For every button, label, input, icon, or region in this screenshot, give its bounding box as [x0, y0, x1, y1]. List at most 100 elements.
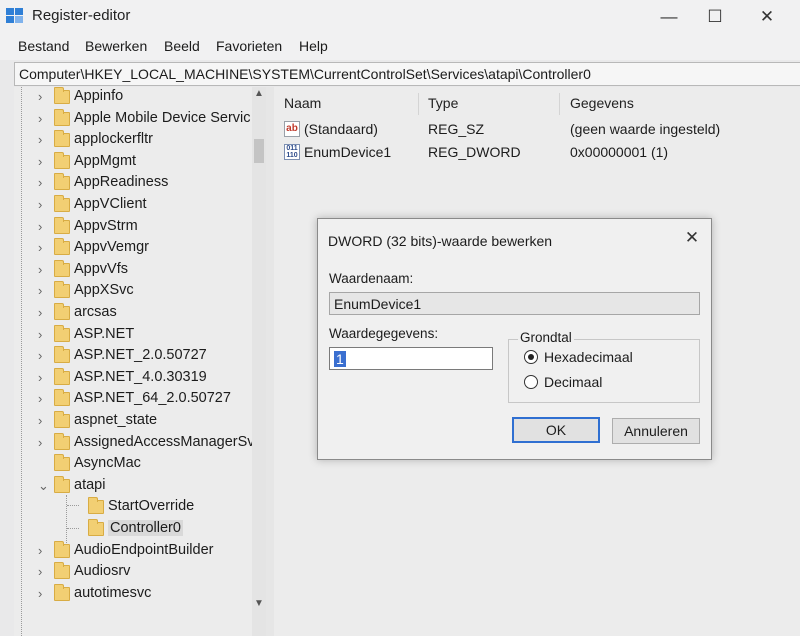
folder-icon [54, 432, 70, 450]
tree-item[interactable]: › AppvVemgr [14, 238, 250, 259]
dialog-title: DWORD (32 bits)-waarde bewerken [328, 233, 553, 249]
tree-item-label: AudioEndpointBuilder [74, 541, 214, 558]
tree-item[interactable]: › AppvVfs [14, 259, 250, 281]
window-title: Register-editor [32, 7, 131, 24]
scroll-thumb[interactable] [254, 139, 264, 163]
tree-item-label: applockerfltr [74, 131, 153, 148]
tree-item[interactable]: › AppXSvc [14, 281, 250, 302]
tree-item[interactable]: › arcsas [14, 303, 250, 324]
tree-item-label: atapi [74, 476, 106, 493]
tree-item-label: AppMgmt [74, 152, 137, 169]
tree-item[interactable]: ⌄ atapi [14, 475, 250, 497]
folder-icon [54, 87, 70, 104]
cancel-button[interactable]: Annuleren [612, 418, 700, 444]
menu-bestand[interactable]: Bestand [18, 38, 69, 54]
menu-help[interactable]: Help [299, 38, 328, 54]
tree-item-label: Appinfo [74, 88, 124, 104]
scroll-up-icon[interactable]: ▲ [252, 87, 266, 101]
column-header-type[interactable]: Type [428, 95, 458, 111]
expand-chevron-icon[interactable]: › [38, 348, 50, 364]
expand-chevron-icon[interactable]: › [38, 197, 50, 213]
expand-chevron-icon[interactable]: › [38, 564, 50, 580]
tree-item[interactable]: › AppVClient [14, 195, 250, 216]
tree-item[interactable]: StartOverride [14, 497, 250, 518]
expand-chevron-icon[interactable]: › [38, 543, 50, 559]
menu-bewerken[interactable]: Bewerken [85, 38, 147, 54]
collapse-chevron-icon[interactable]: ⌄ [38, 478, 50, 494]
tree-item[interactable]: › AppMgmt [14, 151, 250, 173]
tree-item[interactable]: › ASP.NET_4.0.30319 [14, 367, 250, 389]
column-header-name[interactable]: Naam [284, 95, 321, 111]
tree-item[interactable]: › Appinfo [14, 87, 250, 108]
tree-item[interactable]: AsyncMac [14, 454, 250, 475]
folder-icon [54, 540, 70, 558]
tree-item[interactable]: Controller0 [14, 519, 250, 540]
tree-item-label: autotimesvc [74, 584, 152, 601]
value-data-input[interactable]: 1 [329, 347, 493, 370]
value-data: 0x00000001 (1) [570, 144, 669, 160]
value-data-label: Waardegegevens: [329, 326, 439, 341]
tree-item[interactable]: › AppReadiness [14, 173, 250, 194]
decimal-radio[interactable] [524, 375, 538, 389]
expand-chevron-icon[interactable]: › [38, 154, 50, 170]
tree-item[interactable]: › ASP.NET_64_2.0.50727 [14, 389, 250, 410]
expand-chevron-icon[interactable]: › [38, 219, 50, 235]
expand-chevron-icon[interactable]: › [38, 283, 50, 299]
tree-item[interactable]: › AppvStrm [14, 216, 250, 238]
hexadecimal-radio[interactable] [524, 350, 538, 364]
expand-chevron-icon[interactable]: › [38, 413, 50, 429]
menu-favorieten[interactable]: Favorieten [216, 38, 282, 54]
tree-item-label: AppvStrm [74, 217, 138, 234]
expand-chevron-icon[interactable]: › [38, 370, 50, 386]
expand-chevron-icon[interactable]: › [38, 111, 50, 127]
decimal-label[interactable]: Decimaal [544, 374, 602, 390]
expand-chevron-icon[interactable]: › [38, 586, 50, 602]
address-bar[interactable]: Computer\HKEY_LOCAL_MACHINE\SYSTEM\Curre… [14, 62, 800, 86]
column-divider[interactable] [559, 93, 560, 115]
value-name-field[interactable]: EnumDevice1 [329, 292, 700, 315]
expand-chevron-icon[interactable]: › [38, 89, 50, 105]
expand-chevron-icon[interactable]: › [38, 262, 50, 278]
column-header-data[interactable]: Gegevens [570, 95, 634, 111]
folder-icon [54, 151, 70, 169]
key-tree[interactable]: › Appinfo › Apple Mobile Device Servic › appl… [14, 87, 266, 636]
tree-item[interactable]: › Audiosrv [14, 562, 250, 583]
expand-chevron-icon[interactable]: › [38, 327, 50, 343]
folder-icon [88, 497, 104, 515]
tree-item[interactable]: › ASP.NET_2.0.50727 [14, 346, 250, 367]
expand-chevron-icon[interactable]: › [38, 391, 50, 407]
folder-icon [54, 259, 70, 277]
expand-chevron-icon[interactable]: › [38, 305, 50, 321]
ok-button[interactable]: OK [512, 417, 600, 443]
hexadecimal-label[interactable]: Hexadecimaal [544, 349, 633, 365]
tree-item[interactable]: › ASP.NET [14, 324, 250, 346]
expand-chevron-icon[interactable]: › [38, 240, 50, 256]
tree-item[interactable]: › Apple Mobile Device Servic [14, 108, 251, 130]
tree-item[interactable]: › AudioEndpointBuilder [14, 540, 250, 562]
expand-chevron-icon[interactable]: › [38, 175, 50, 191]
tree-item[interactable]: › applockerfltr [14, 130, 250, 151]
value-type: REG_DWORD [428, 144, 521, 160]
dialog-close-icon[interactable]: ✕ [681, 227, 703, 249]
tree-item-label: ASP.NET_64_2.0.50727 [74, 390, 231, 407]
tree-scrollbar[interactable]: ▲ ▼ [252, 87, 266, 636]
scroll-down-icon[interactable]: ▼ [252, 597, 266, 611]
maximize-button[interactable]: ☐ [700, 6, 730, 28]
tree-item[interactable]: › autotimesvc [14, 583, 250, 605]
tree-item-label: AsyncMac [74, 455, 141, 472]
address-path: Computer\HKEY_LOCAL_MACHINE\SYSTEM\Curre… [19, 66, 591, 82]
value-row[interactable]: ab (Standaard) REG_SZ (geen waarde inges… [274, 118, 800, 140]
tree-item-label: Audiosrv [74, 563, 131, 580]
folder-icon [54, 303, 70, 320]
tree-item[interactable]: › aspnet_state [14, 411, 250, 432]
menu-beeld[interactable]: Beeld [164, 38, 200, 54]
expand-chevron-icon[interactable]: › [38, 132, 50, 148]
tree-item[interactable]: › AssignedAccessManagerSv [14, 432, 255, 454]
pane-splitter[interactable] [266, 87, 274, 636]
folder-icon [54, 367, 70, 385]
close-button[interactable]: ✕ [752, 6, 782, 28]
expand-chevron-icon[interactable]: › [38, 435, 50, 451]
column-divider[interactable] [418, 93, 419, 115]
value-row[interactable]: 011 110 EnumDevice1 REG_DWORD 0x00000001… [274, 141, 800, 163]
minimize-button[interactable]: — [654, 6, 684, 28]
